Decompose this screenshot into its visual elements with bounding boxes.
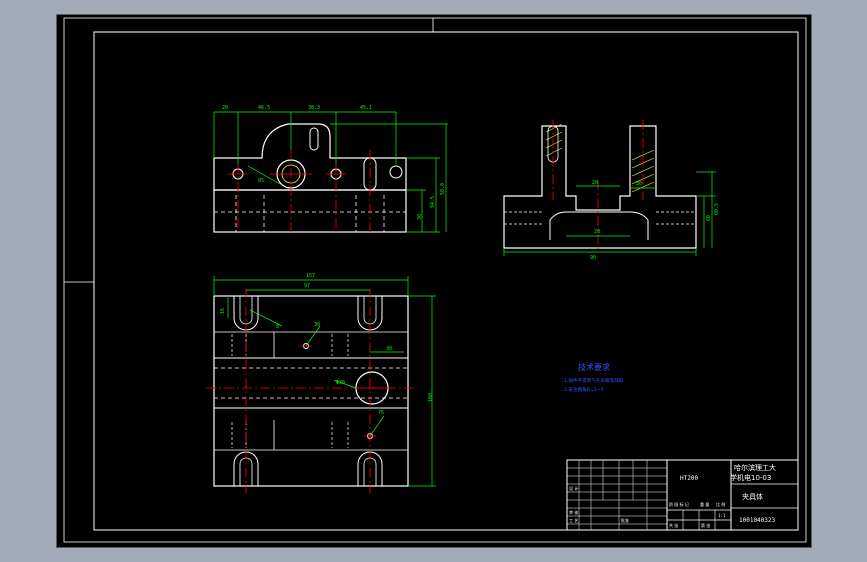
tb-stage: 阶 段 标 记 bbox=[669, 501, 689, 507]
tb-scale: 比 例 bbox=[716, 501, 725, 507]
dim-top-total: 157 bbox=[306, 273, 315, 279]
title-block: HT200 哈尔滨理工大 学机电10-03 夹具体 1001040323 设 计… bbox=[566, 459, 799, 531]
tb-sheet-no: 第 张 bbox=[701, 522, 710, 528]
dim-front-4: 45.1 bbox=[360, 105, 372, 111]
school-line-2: 学机电10-03 bbox=[730, 473, 771, 482]
technical-requirements: 技术要求 1.铸件不得有气孔砂眼等缺陷 2.未注圆角R=3~5 bbox=[564, 362, 624, 393]
tech-item-2: 2.未注圆角R=3~5 bbox=[564, 386, 604, 393]
drawing-number: 1001040323 bbox=[739, 517, 776, 524]
dim-side-inner: 28 bbox=[594, 229, 600, 235]
dim-top-height: 108 bbox=[428, 393, 434, 402]
school-line-1: 哈尔滨理工大 bbox=[734, 463, 776, 472]
dim-front-1: 20 bbox=[222, 105, 228, 111]
outer-border bbox=[63, 17, 807, 543]
tb-review: 审 核 bbox=[569, 509, 578, 515]
dim-side-width: 90 bbox=[590, 255, 596, 261]
dim-top-slot-w: 16 bbox=[220, 308, 226, 314]
top-view: 157 97 16 30 8 Φ30 108 30 75 bbox=[206, 273, 436, 494]
dim-side-lug: 30 bbox=[636, 181, 642, 187]
dim-top-offset: 30 bbox=[386, 346, 392, 352]
dim-front-7: 58.0 bbox=[440, 183, 446, 195]
tb-design: 设 计 bbox=[569, 485, 578, 491]
dim-front-8: 85 bbox=[258, 178, 264, 184]
front-view: 20 46.5 38.3 45.1 30 94.5 58.0 85 bbox=[213, 105, 448, 233]
dim-front-6: 94.5 bbox=[430, 196, 436, 208]
tb-process: 工 艺 bbox=[569, 518, 578, 523]
dim-top-bore: Φ30 bbox=[336, 380, 345, 386]
tech-heading: 技术要求 bbox=[578, 362, 610, 372]
dim-front-2: 46.5 bbox=[258, 105, 270, 111]
tb-scale-value: 1:1 bbox=[718, 513, 726, 518]
dim-side-height: 60 bbox=[706, 215, 712, 221]
dim-top-hole2: 75 bbox=[378, 410, 384, 416]
dim-side-slot: 20 bbox=[592, 180, 598, 186]
inner-border bbox=[93, 31, 799, 531]
material: HT200 bbox=[680, 475, 698, 482]
cad-drawing-canvas[interactable]: 20 46.5 38.3 45.1 30 94.5 58.0 85 90 28 … bbox=[0, 0, 867, 562]
dim-front-3: 38.3 bbox=[308, 105, 320, 111]
dim-side-total: 60.5 bbox=[714, 203, 720, 215]
dim-top-slot-r: 8 bbox=[276, 324, 279, 330]
tb-total-sheets: 共 张 bbox=[669, 522, 678, 528]
tb-weight: 重 量 bbox=[700, 501, 709, 507]
tech-item-1: 1.铸件不得有气孔砂眼等缺陷 bbox=[564, 377, 624, 384]
dim-top-hole1: 30 bbox=[314, 322, 320, 328]
tb-approve: 批准 bbox=[621, 517, 629, 523]
part-name: 夹具体 bbox=[742, 492, 763, 501]
dim-top-slots: 97 bbox=[304, 283, 310, 289]
side-view: 90 28 20 30 60 60.5 bbox=[503, 120, 720, 261]
dim-front-5: 30 bbox=[417, 214, 423, 220]
